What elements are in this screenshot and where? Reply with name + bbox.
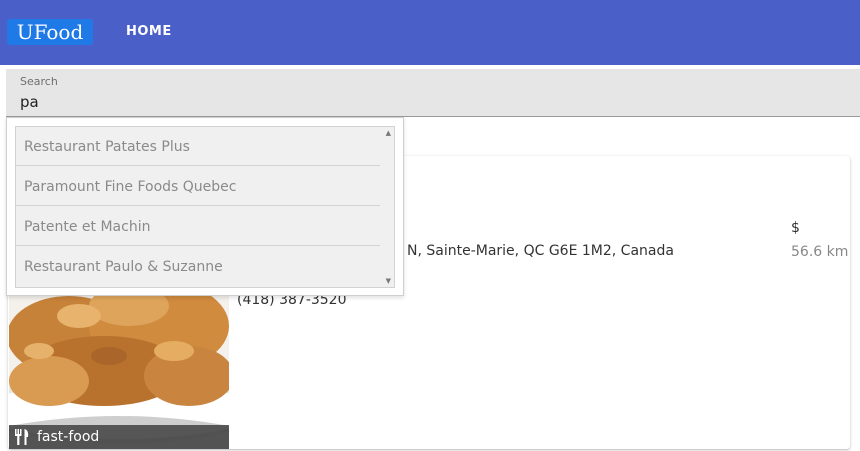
scroll-down-arrow-icon[interactable]: ▼ [386,277,391,285]
suggestion-item[interactable]: Patente et Machin [16,207,380,246]
scroll-up-arrow-icon[interactable]: ▲ [386,129,391,137]
suggestion-item[interactable]: Restaurant Paulo & Suzanne [16,247,380,286]
suggestion-item[interactable]: Restaurant Patates Plus [16,127,380,166]
top-nav-bar: UFood HOME [0,0,860,65]
suggestions-list[interactable]: Restaurant Patates Plus Paramount Fine F… [15,126,395,288]
restaurant-address: N, Sainte-Marie, QC G6E 1M2, Canada [407,243,674,259]
ufood-logo[interactable]: UFood [7,19,93,45]
category-tag: fast-food [9,425,229,449]
suggestion-item[interactable]: Paramount Fine Foods Quebec [16,167,380,206]
nav-home-link[interactable]: HOME [126,24,172,39]
search-suggestions-dropdown: Restaurant Patates Plus Paramount Fine F… [6,117,404,296]
category-label: fast-food [37,429,100,445]
search-field[interactable]: Search [6,69,860,117]
search-input[interactable] [20,91,840,113]
price-level: $ [791,220,800,236]
search-label: Search [20,75,58,88]
distance: 56.6 km [791,244,849,260]
